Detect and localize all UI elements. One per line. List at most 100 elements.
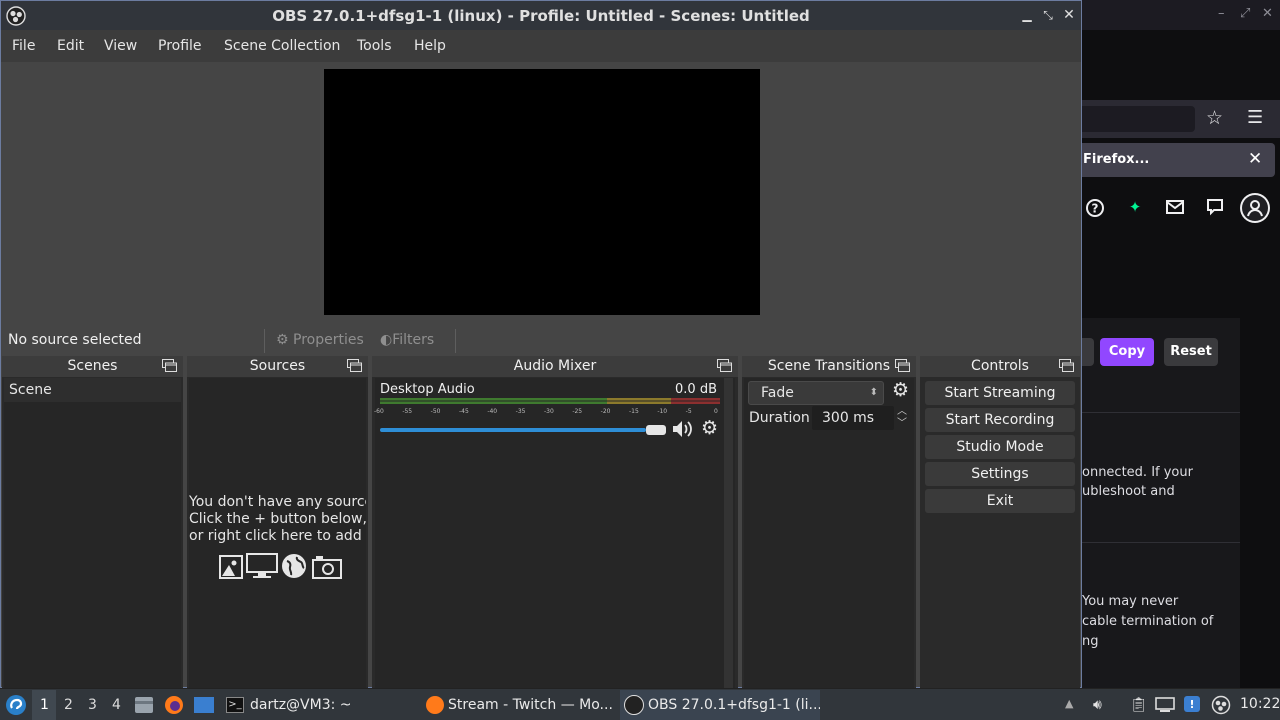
hint-line: You don't have any sources. [189,494,366,510]
filters-label: Filters [392,332,435,348]
start-recording-button[interactable]: Start Recording [925,408,1075,432]
scenes-list[interactable]: Scene [4,378,181,689]
menu-scene-collection[interactable]: Scene Collection [224,38,340,54]
undock-icon[interactable] [895,359,910,372]
svg-text:!: ! [1189,698,1194,711]
gear-icon[interactable]: ⚙ [701,417,718,439]
divider [1080,542,1240,543]
menu-edit[interactable]: Edit [57,38,84,54]
settings-button[interactable]: Settings [925,462,1075,486]
clock: 10:22 [1240,696,1280,712]
hamburger-menu-icon[interactable]: ☰ [1247,107,1263,128]
chevron-updown-icon: ⬍ [869,387,878,398]
task-firefox-twitch[interactable]: Stream - Twitch — Mo... [422,690,618,720]
firefox-titlebar: – ⤢ ✕ [1080,0,1280,30]
stream-key-field[interactable] [1080,338,1094,366]
sources-list[interactable]: You don't have any sources. Click the + … [189,378,366,689]
meter-tick-label: 0 [714,408,718,415]
gear-icon: ⚙ [276,332,289,348]
studio-mode-button[interactable]: Studio Mode [925,435,1075,459]
menu-bar: File Edit View Profile Scene Collection … [1,30,1081,62]
menu-view[interactable]: View [104,38,137,54]
desktop-2-button[interactable]: 2 [64,697,73,713]
meter-tick-label: -15 [629,408,639,415]
terminal-icon: >_ [226,697,244,713]
transition-select[interactable]: Fade ⬍ [748,381,884,405]
filters-button[interactable]: ◐Filters [380,332,434,348]
gear-icon[interactable]: ⚙ [892,379,909,401]
update-notifier-icon[interactable]: ! [1183,695,1201,713]
dock-title: Scene Transitions [742,356,916,377]
taskbar: 1 2 3 4 >_ dartz@VM3: ~ Stream - Twitch —… [0,688,1280,720]
maximize-icon[interactable]: ⤢ [1240,6,1250,21]
bookmark-star-icon[interactable]: ☆ [1206,107,1223,129]
clipboard-icon[interactable]: 📋︎ [1130,697,1148,713]
file-manager-icon[interactable] [134,696,154,714]
start-streaming-button[interactable]: Start Streaming [925,381,1075,405]
volume-slider-handle[interactable] [646,425,666,435]
volume-meter [380,398,720,404]
transition-selected: Fade [761,385,794,401]
dock-title: Audio Mixer [372,356,738,377]
desktop-1-button[interactable]: 1 [40,697,49,713]
meter-scale: -60 -55 -50 -45 -40 -35 -30 -25 -20 -15 -10 -5 0 [374,408,722,418]
undock-icon[interactable] [717,359,732,372]
close-icon[interactable]: ✕ [1060,6,1078,24]
help-icon[interactable]: ? [1084,198,1106,220]
copy-button[interactable]: Copy [1100,338,1154,366]
mixer-scrollbar[interactable] [724,378,733,689]
desktop-3-button[interactable]: 3 [88,697,97,713]
start-menu-icon[interactable] [5,694,27,716]
desktop-4-button[interactable]: 4 [112,697,121,713]
volume-icon[interactable]: 🔊︎ [1093,697,1102,713]
reset-button[interactable]: Reset [1164,338,1218,366]
firefox-icon[interactable] [164,695,184,715]
exit-button[interactable]: Exit [925,489,1075,513]
duration-label: Duration [749,410,810,426]
speaker-icon[interactable] [672,419,694,439]
dock-title: Sources [187,356,368,377]
sparkle-icon[interactable]: ✦ [1124,198,1146,220]
undock-icon[interactable] [1059,359,1074,372]
meter-tick-label: -35 [515,408,526,415]
maximize-icon[interactable]: ⤡ [1039,6,1057,24]
dock-title: Scenes [2,356,183,377]
notification-text: Firefox... [1083,152,1150,167]
divider [264,329,265,353]
properties-button[interactable]: ⚙ Properties [276,332,364,348]
meter-tick-label: -20 [600,408,611,415]
title-bar[interactable]: OBS 27.0.1+dfsg1-1 (linux) - Profile: Un… [1,1,1081,30]
divider [455,329,456,353]
list-item[interactable]: Scene [4,378,181,402]
menu-tools[interactable]: Tools [357,38,392,54]
mixer-body: Desktop Audio 0.0 dB -60 -55 -50 -45 -40 -35-… [374,378,735,689]
minimize-icon[interactable]: – [1218,6,1225,21]
spinbox-arrows-icon[interactable]: ︿ ﹀ [897,406,911,430]
close-notification-icon[interactable]: ✕ [1248,149,1262,169]
task-terminal[interactable]: >_ dartz@VM3: ~ [222,690,412,720]
show-desktop-icon[interactable] [193,696,215,714]
menu-help[interactable]: Help [414,38,446,54]
menu-profile[interactable]: Profile [158,38,202,54]
duration-spinbox[interactable]: 300 ms [812,406,894,430]
inbox-icon[interactable] [1164,198,1186,220]
undock-icon[interactable] [162,359,177,372]
network-icon[interactable] [1155,696,1175,714]
volume-slider[interactable] [380,428,646,432]
meter-tick-label: -10 [657,408,668,415]
menu-file[interactable]: File [12,38,35,54]
user-avatar-icon[interactable] [1240,193,1270,223]
url-bar[interactable] [1080,106,1195,132]
svg-text:?: ? [1092,202,1099,216]
close-icon[interactable]: ✕ [1262,6,1273,21]
tray-expand-icon[interactable]: ▲ [1065,697,1073,710]
whispers-icon[interactable] [1204,198,1226,220]
obs-window: OBS 27.0.1+dfsg1-1 (linux) - Profile: Un… [0,0,1082,689]
program-preview[interactable] [324,69,760,315]
minimize-icon[interactable]: ▁ [1018,6,1036,24]
task-obs[interactable]: OBS 27.0.1+dfsg1-1 (li... [620,690,820,720]
obs-tray-icon[interactable] [1211,695,1231,715]
camera-icon [312,556,342,579]
undock-icon[interactable] [347,359,362,372]
source-status: No source selected [8,332,142,348]
